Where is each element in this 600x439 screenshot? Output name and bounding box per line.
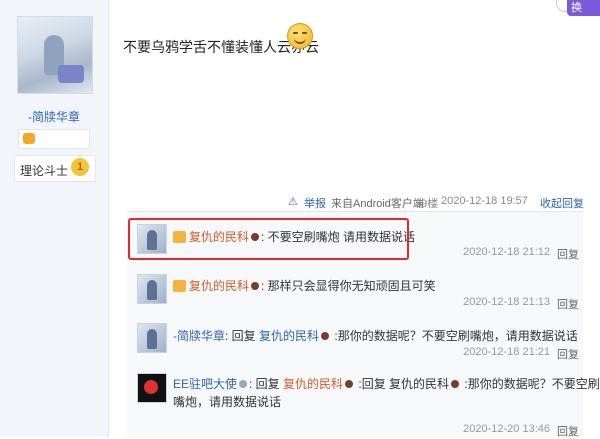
report-icon[interactable]: ⚠ [288, 195, 298, 208]
comment-line: -简牍华章: 回复 复仇的民科 :那你的数据呢？不要空刷嘴炮，请用数据说话 [173, 329, 578, 343]
comment-text: :那你的数据呢？不要空刷嘴炮，请用数据说话 [331, 329, 578, 343]
comment-text: :那你的数据呢？不要空刷 [461, 377, 600, 391]
floor-number: 39楼 [415, 198, 439, 210]
commenter-name[interactable]: 复仇的民科 [189, 279, 249, 293]
report-link[interactable]: 举报 [304, 195, 326, 211]
level-number: 1 [71, 158, 89, 176]
user-dot-icon [321, 332, 330, 340]
commenter-avatar[interactable] [137, 274, 167, 304]
reply-target-name[interactable]: 复仇的民科 [259, 329, 319, 343]
user-dot-icon [345, 380, 354, 388]
comment-reply-link[interactable]: 回复 [557, 346, 579, 362]
reply-target-name[interactable]: 复仇的民科 [283, 377, 343, 391]
comment-text: : 那样只会显得你无知顽固且可笑 [261, 279, 436, 293]
commenter-avatar[interactable] [137, 323, 167, 353]
author-sidebar: -简牍华章 理论斗士 1 [0, 0, 109, 437]
author-username[interactable]: -简牍华章 [0, 108, 108, 125]
commenter-name[interactable]: -简牍华章 [173, 329, 225, 343]
member-badge[interactable] [18, 129, 90, 149]
author-avatar[interactable] [17, 16, 93, 94]
comment-line: EE驻吧大使: 回复 复仇的民科 :回复 复仇的民科 :那你的数据呢？不要空刷 [173, 377, 600, 391]
smiley-emoji-icon [287, 23, 313, 49]
comment-time: 2020-12-18 21:13 [463, 296, 550, 308]
badge-icon [23, 133, 35, 144]
level-badge[interactable]: 理论斗士 1 [14, 155, 96, 182]
comment-reply-link[interactable]: 回复 [557, 296, 579, 312]
commenter-name[interactable]: EE驻吧大使 [173, 377, 237, 391]
change-skin-button[interactable]: 换 [567, 0, 600, 16]
comment-reply-link[interactable]: 回复 [557, 246, 579, 262]
vip-icon [239, 380, 248, 388]
comment-time: 2020-12-18 21:12 [463, 246, 550, 258]
level-title: 理论斗士 [20, 164, 69, 178]
comment-time: 2020-12-18 21:21 [463, 346, 550, 358]
post-time: 2020-12-18 19:57 [441, 195, 528, 207]
user-dot-icon [451, 380, 460, 388]
collapse-replies-link[interactable]: 收起回复 [540, 195, 584, 211]
comment-text-continued: 嘴炮，请用数据说话 [173, 395, 282, 409]
comment-line: 复仇的民科 : 那样只会显得你无知顽固且可笑 [173, 277, 436, 294]
commenter-avatar[interactable] [137, 373, 167, 403]
highlight-box [128, 218, 409, 260]
comment-time: 2020-12-20 13:46 [463, 423, 550, 435]
crown-icon [173, 280, 186, 292]
user-dot-icon [251, 282, 260, 290]
client-link[interactable]: 来自Android客户端 [331, 195, 424, 211]
